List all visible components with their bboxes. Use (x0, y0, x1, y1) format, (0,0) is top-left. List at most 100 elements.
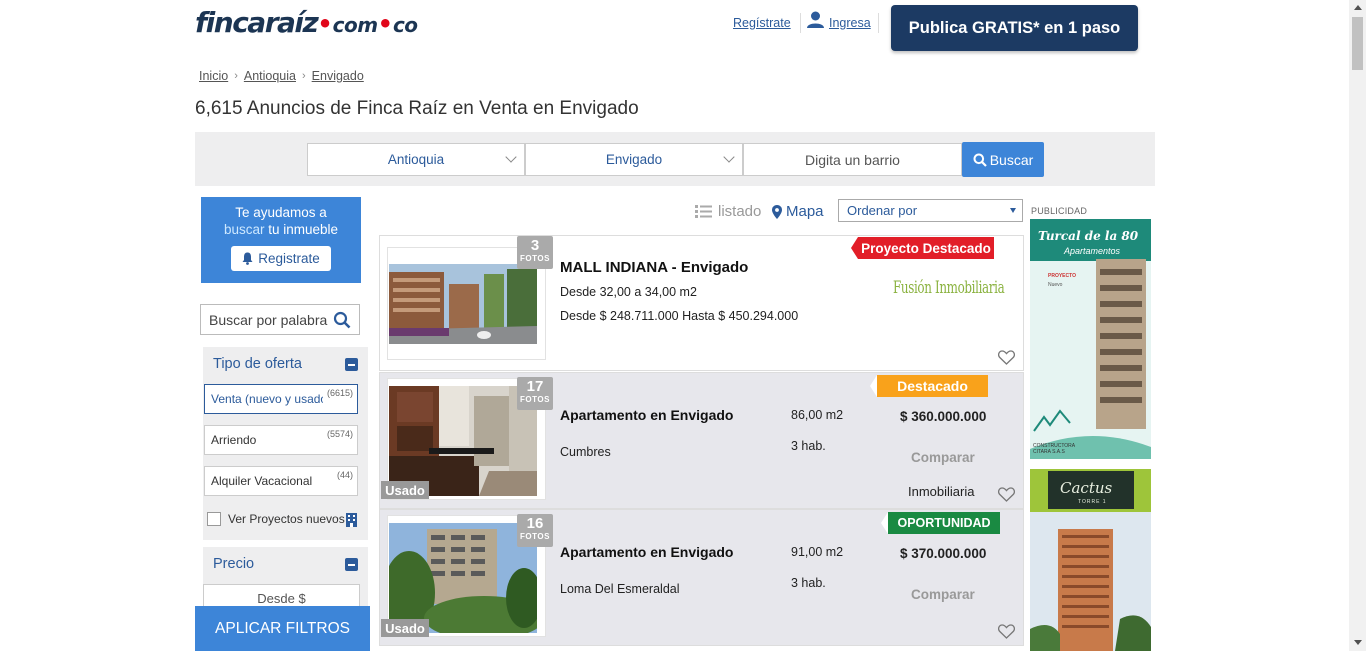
ad-footer: CONSTRUCTORA CITARA S.A.S (1033, 443, 1075, 455)
opportunity-ribbon: OPORTUNIDAD (881, 512, 1000, 534)
order-by-value: Ordenar por (847, 203, 918, 218)
ad-title: Cactus (1060, 479, 1113, 497)
compare-button[interactable]: Comparar (911, 450, 975, 465)
ad-tag2: Nuevo (1048, 282, 1063, 288)
photo-count-badge: 3 FOTOS (517, 236, 553, 269)
search-icon[interactable] (333, 311, 351, 329)
bell-icon (242, 252, 253, 265)
ad-title: Turcal de la 80 (1038, 229, 1139, 243)
keyword-search (200, 304, 360, 335)
listing-title[interactable]: MALL INDIANA - Envigado (560, 259, 748, 276)
listing-card[interactable]: 17 FOTOS Usado Apartamento en Envigado C… (379, 372, 1024, 509)
caret-down-icon (1010, 208, 1016, 213)
offer-count: (44) (336, 470, 353, 480)
offer-arriendo[interactable]: Arriendo (5574) (204, 425, 358, 455)
breadcrumb-antioquia[interactable]: Antioquia (244, 69, 296, 83)
ver-proyectos-checkbox[interactable] (207, 512, 221, 526)
listing-card[interactable]: 3 FOTOS MALL INDIANA - Envigado Desde 32… (379, 235, 1024, 371)
publish-free-button[interactable]: Publica GRATIS* en 1 paso (891, 5, 1138, 51)
city-select[interactable]: Envigado (525, 143, 743, 176)
scrollbar-thumb[interactable] (1352, 17, 1363, 70)
help-text-rest: tu inmueble (264, 222, 339, 237)
listing-price: $ 360.000.000 (900, 409, 987, 424)
tipo-oferta-title[interactable]: Tipo de oferta (213, 356, 302, 372)
page-title: 6,615 Anuncios de Finca Raíz en Venta en… (195, 98, 639, 119)
view-map-toggle[interactable]: Mapa (772, 203, 824, 220)
photo-count: 3 (530, 237, 540, 254)
listado-label: listado (718, 203, 762, 220)
list-icon (695, 205, 712, 218)
heart-icon[interactable] (998, 487, 1015, 502)
collapse-icon[interactable] (345, 558, 358, 571)
offer-label: Alquiler Vacacional (211, 474, 313, 488)
breadcrumb-envigado[interactable]: Envigado (312, 69, 364, 83)
buscar-button[interactable]: Buscar (962, 142, 1044, 177)
scroll-up-icon[interactable] (1354, 5, 1362, 10)
fincaraiz-logo[interactable]: fincaraíz•com•co (195, 6, 418, 39)
ver-proyectos-label: Ver Proyectos nuevos (228, 512, 345, 526)
ad-tag: PROYECTO (1048, 273, 1076, 279)
listing-location: Cumbres (560, 445, 611, 459)
breadcrumb: Inicio › Antioquia › Envigado (199, 69, 364, 83)
help-text: Te ayudamos a (235, 205, 327, 220)
heart-icon[interactable] (998, 350, 1015, 365)
listing-photo[interactable] (389, 386, 537, 496)
city-value: Envigado (605, 152, 663, 167)
offer-count: (6615) (326, 388, 353, 398)
photo-label: FOTOS (520, 254, 550, 263)
used-tag: Usado (381, 619, 429, 637)
login-link[interactable]: Ingresa (829, 16, 871, 30)
photo-count: 17 (526, 378, 544, 395)
chevron-down-icon (723, 151, 735, 163)
photo-label: FOTOS (520, 532, 550, 541)
department-select[interactable]: Antioquia (307, 143, 525, 176)
collapse-icon[interactable] (345, 358, 358, 371)
page: fincaraíz•com•co Regístrate Ingresa Publ… (0, 0, 1366, 651)
department-value: Antioquia (387, 152, 445, 167)
help-register-button[interactable]: Registrate (231, 246, 331, 271)
scrollbar[interactable] (1349, 0, 1366, 651)
listing-location: Loma Del Esmeraldal (560, 582, 680, 596)
heart-icon[interactable] (998, 624, 1015, 639)
offer-alquiler-vacacional[interactable]: Alquiler Vacacional (44) (204, 466, 358, 496)
ad-banner-cactus[interactable]: Cactus TORRE 1 (1030, 469, 1151, 651)
ad-subtitle: TORRE 1 (1078, 499, 1107, 505)
user-icon[interactable] (807, 11, 824, 29)
scroll-down-icon[interactable] (1354, 640, 1362, 645)
listing-area: 86,00 m2 (791, 408, 844, 422)
offer-label: Venta (nuevo y usado) (211, 392, 323, 406)
featured-project-ribbon: Proyecto Destacado (851, 237, 994, 259)
buscar-label: Buscar (989, 151, 1034, 168)
precio-title[interactable]: Precio (213, 556, 254, 572)
listing-title[interactable]: Apartamento en Envigado (560, 407, 733, 423)
help-register-label: Registrate (258, 251, 320, 266)
keyword-input[interactable] (201, 311, 329, 328)
featured-ribbon: Destacado (870, 375, 988, 397)
view-list-toggle[interactable]: listado (695, 203, 761, 220)
photo-count-badge: 16 FOTOS (517, 514, 553, 547)
listing-card[interactable]: 16 FOTOS Usado Apartamento en Envigado L… (379, 509, 1024, 646)
ad-banner-turcal[interactable]: Turcal de la 80 Apartamentos PROYECTO Nu… (1030, 219, 1151, 459)
map-pin-icon (772, 204, 782, 219)
agency-logo[interactable]: Fusión Inmobiliaria (893, 278, 1005, 298)
photo-count: 16 (526, 515, 544, 532)
ver-proyectos-row: Ver Proyectos nuevos (207, 512, 345, 526)
register-link[interactable]: Regístrate (733, 16, 791, 30)
ad-subtitle: Apartamentos (1064, 246, 1121, 256)
listing-photo[interactable] (389, 264, 537, 344)
help-highlight: buscar (223, 222, 265, 237)
used-tag: Usado (381, 481, 429, 499)
compare-button[interactable]: Comparar (911, 587, 975, 602)
listing-area-range: Desde 32,00 a 34,00 m2 (560, 285, 697, 299)
apply-filters-button[interactable]: APLICAR FILTROS (195, 606, 370, 651)
barrio-input[interactable] (743, 143, 962, 176)
order-by-select[interactable]: Ordenar por (838, 199, 1023, 222)
photo-label: FOTOS (520, 395, 550, 404)
listing-photo[interactable] (389, 523, 537, 633)
offer-label: Arriendo (211, 433, 257, 447)
listing-title[interactable]: Apartamento en Envigado (560, 544, 733, 560)
offer-venta[interactable]: Venta (nuevo y usado) (6615) (204, 384, 358, 414)
listing-rooms: 3 hab. (791, 439, 826, 453)
breadcrumb-inicio[interactable]: Inicio (199, 69, 228, 83)
search-icon (973, 153, 987, 167)
